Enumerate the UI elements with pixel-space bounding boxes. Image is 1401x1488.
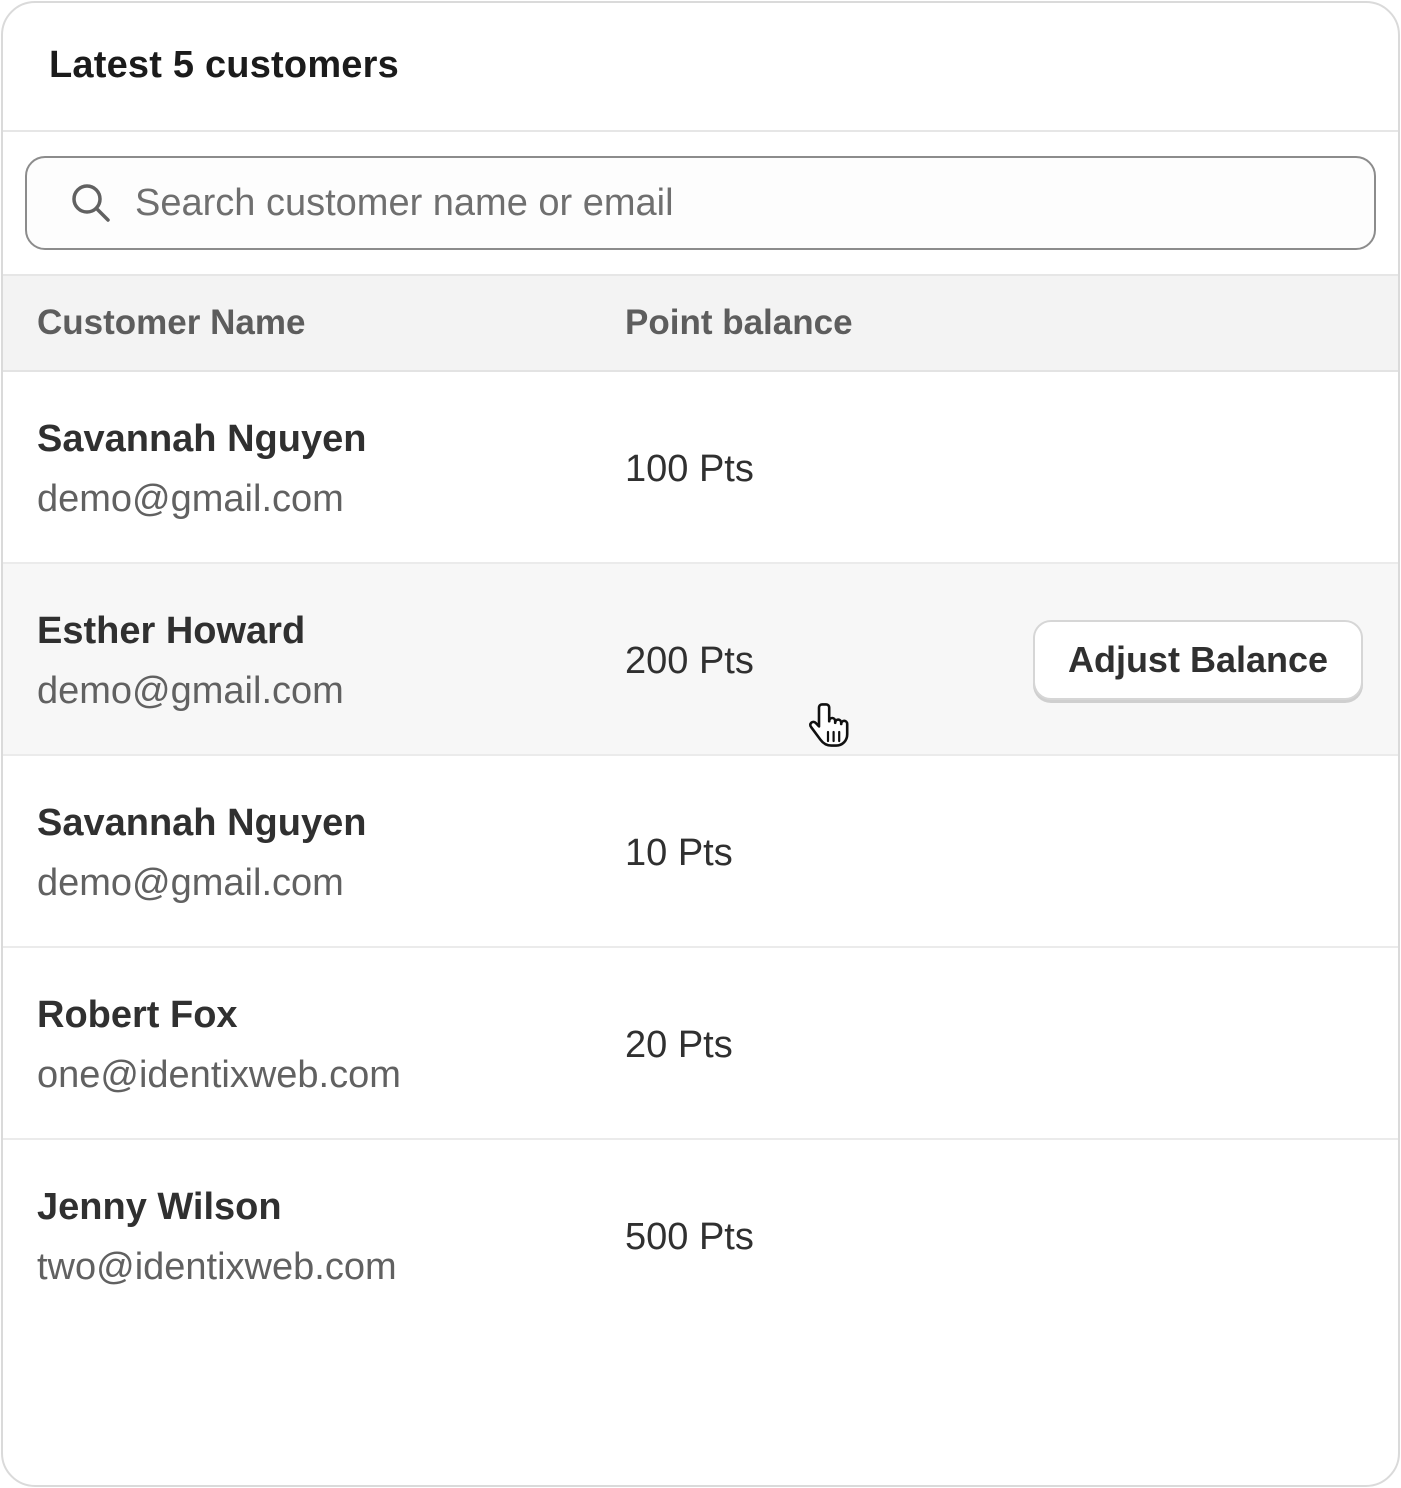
point-balance: 20 Pts: [625, 1024, 733, 1066]
card-header: Latest 5 customers: [3, 3, 1398, 132]
column-header-point-balance: Point balance: [625, 303, 853, 342]
customer-email: demo@gmail.com: [37, 862, 344, 904]
table-row[interactable]: Esther Howard demo@gmail.com 200 Pts Adj…: [3, 564, 1398, 756]
search-box[interactable]: [25, 156, 1376, 250]
table-row[interactable]: Jenny Wilson two@identixweb.com 500 Pts: [3, 1140, 1398, 1330]
customer-name: Savannah Nguyen: [37, 802, 367, 844]
point-balance: 500 Pts: [625, 1216, 754, 1258]
search-icon: [69, 181, 113, 225]
table-row[interactable]: Robert Fox one@identixweb.com 20 Pts: [3, 948, 1398, 1140]
search-section: [3, 132, 1398, 276]
customer-email: two@identixweb.com: [37, 1246, 397, 1288]
customer-name: Jenny Wilson: [37, 1186, 282, 1228]
point-balance: 10 Pts: [625, 832, 733, 874]
column-header-customer-name: Customer Name: [37, 303, 306, 342]
customer-email: demo@gmail.com: [37, 670, 344, 712]
customer-name: Savannah Nguyen: [37, 418, 367, 460]
table-row[interactable]: Savannah Nguyen demo@gmail.com 100 Pts: [3, 372, 1398, 564]
point-balance: 200 Pts: [625, 640, 754, 682]
search-input[interactable]: [133, 180, 1337, 226]
customer-email: demo@gmail.com: [37, 478, 344, 520]
table-header: Customer Name Point balance: [3, 276, 1398, 372]
customer-name: Robert Fox: [37, 994, 238, 1036]
card-title: Latest 5 customers: [49, 44, 399, 86]
adjust-balance-button[interactable]: Adjust Balance: [1033, 620, 1363, 700]
point-balance: 100 Pts: [625, 448, 754, 490]
customer-email: one@identixweb.com: [37, 1054, 401, 1096]
customers-card: Latest 5 customers Customer Name Point b…: [1, 1, 1400, 1487]
table-row[interactable]: Savannah Nguyen demo@gmail.com 10 Pts: [3, 756, 1398, 948]
customer-name: Esther Howard: [37, 610, 306, 652]
